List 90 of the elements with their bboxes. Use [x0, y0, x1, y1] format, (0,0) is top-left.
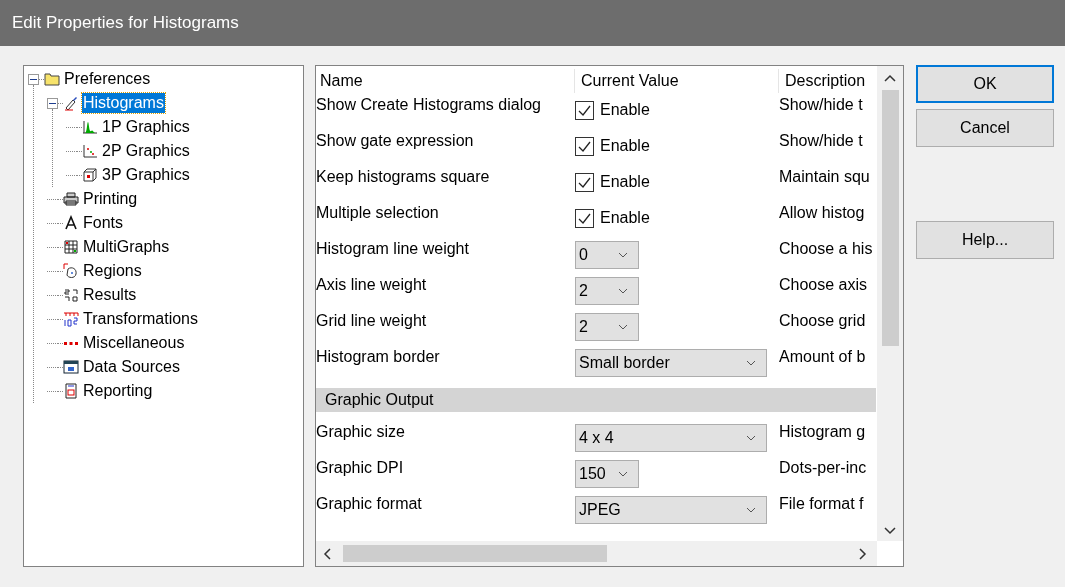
chevron-down-icon: [746, 435, 756, 441]
checkbox[interactable]: [575, 136, 594, 156]
section-header: Graphic Output: [316, 388, 876, 412]
checkbox[interactable]: [575, 208, 594, 228]
checkbox[interactable]: [575, 100, 594, 120]
dropdown[interactable]: 150: [575, 460, 639, 488]
property-name: Multiple selection: [316, 204, 439, 221]
tree-item[interactable]: Fonts: [82, 213, 124, 233]
property-name: Grid line weight: [316, 312, 427, 329]
column-header[interactable]: Description: [785, 72, 866, 89]
chevron-down-icon: [618, 252, 628, 258]
property-name: Histogram line weight: [316, 240, 469, 257]
tree-item[interactable]: Miscellaneous: [82, 333, 186, 353]
property-description: Choose grid: [779, 312, 866, 329]
property-description: Choose axis: [779, 276, 868, 293]
property-name: Show gate expression: [316, 132, 474, 149]
checkbox-label: Enable: [600, 172, 650, 192]
font-icon: [63, 215, 79, 231]
checkbox-label: Enable: [600, 208, 650, 228]
scatter-plot-icon: [82, 143, 98, 159]
property-name: Histogram border: [316, 348, 440, 365]
column-header[interactable]: Name: [320, 72, 363, 89]
chevron-down-icon: [618, 471, 628, 477]
checkbox-label: Enable: [600, 136, 650, 156]
tree-item[interactable]: Printing: [82, 189, 139, 209]
property-description: Dots-per-inc: [779, 459, 867, 476]
property-name: Axis line weight: [316, 276, 427, 293]
property-description: Allow histog: [779, 204, 865, 221]
property-description: Histogram g: [779, 423, 866, 440]
dropdown[interactable]: Small border: [575, 349, 767, 377]
dialog-button[interactable]: Cancel: [916, 109, 1054, 147]
region-icon: [63, 263, 79, 279]
histogram-icon: [82, 119, 98, 135]
tree-item[interactable]: Reporting: [82, 381, 154, 401]
property-description: Choose a his: [779, 240, 873, 257]
tree-item[interactable]: 1P Graphics: [101, 117, 191, 137]
scroll-left-icon[interactable]: [323, 547, 331, 560]
window-title: Edit Properties for Histograms: [12, 12, 239, 35]
tree-item[interactable]: Transformations: [82, 309, 199, 329]
property-name: Keep histograms square: [316, 168, 490, 185]
tree-item[interactable]: Histograms: [82, 93, 165, 113]
horizontal-scrollbar[interactable]: [316, 541, 877, 566]
tree-item[interactable]: Results: [82, 285, 138, 305]
property-description: File format f: [779, 495, 864, 512]
checkbox[interactable]: [575, 172, 594, 192]
chevron-down-icon: [746, 507, 756, 513]
tree-item[interactable]: MultiGraphs: [82, 237, 171, 257]
scroll-thumb[interactable]: [881, 90, 899, 346]
dots-icon: [63, 341, 79, 345]
property-name: Show Create Histograms dialog: [316, 96, 541, 113]
column-header[interactable]: Current Value: [581, 72, 679, 89]
vertical-scrollbar[interactable]: [877, 66, 903, 541]
cube-icon: [82, 167, 98, 183]
ruler-icon: [63, 311, 79, 327]
property-description: Maintain squ: [779, 168, 870, 185]
window-icon: [63, 359, 79, 375]
chevron-down-icon: [746, 360, 756, 366]
dropdown[interactable]: 2: [575, 313, 639, 341]
dropdown[interactable]: 4 x 4: [575, 424, 767, 452]
numbers-icon: [63, 287, 79, 303]
folder-icon: [44, 71, 60, 87]
collapse-toggle[interactable]: [47, 97, 58, 109]
dialog-button[interactable]: Help...: [916, 221, 1054, 259]
property-name: Graphic DPI: [316, 459, 404, 476]
property-description: Show/hide t: [779, 132, 863, 149]
dropdown[interactable]: 2: [575, 277, 639, 305]
scroll-thumb[interactable]: [343, 545, 607, 562]
collapse-toggle[interactable]: [28, 73, 39, 85]
document-icon: [63, 383, 79, 399]
tree-item[interactable]: Regions: [82, 261, 143, 281]
checkbox-label: Enable: [600, 100, 650, 120]
chevron-down-icon: [618, 324, 628, 330]
dialog-button[interactable]: OK: [916, 65, 1054, 103]
scroll-down-icon[interactable]: [884, 527, 896, 535]
grid-icon: [63, 239, 79, 255]
dropdown[interactable]: 0: [575, 241, 639, 269]
printer-icon: [63, 191, 79, 207]
property-description: Amount of b: [779, 348, 866, 365]
tree-item[interactable]: Data Sources: [82, 357, 181, 377]
dropdown[interactable]: JPEG: [575, 496, 767, 524]
scroll-up-icon[interactable]: [884, 74, 896, 82]
property-description: Show/hide t: [779, 96, 863, 113]
tree-item[interactable]: Preferences: [63, 69, 152, 89]
property-name: Graphic format: [316, 495, 422, 512]
chevron-down-icon: [618, 288, 628, 294]
property-name: Graphic size: [316, 423, 405, 440]
brush-icon: [63, 95, 79, 111]
tree-item[interactable]: 2P Graphics: [101, 141, 191, 161]
tree-item[interactable]: 3P Graphics: [101, 165, 191, 185]
scroll-right-icon[interactable]: [859, 547, 867, 560]
